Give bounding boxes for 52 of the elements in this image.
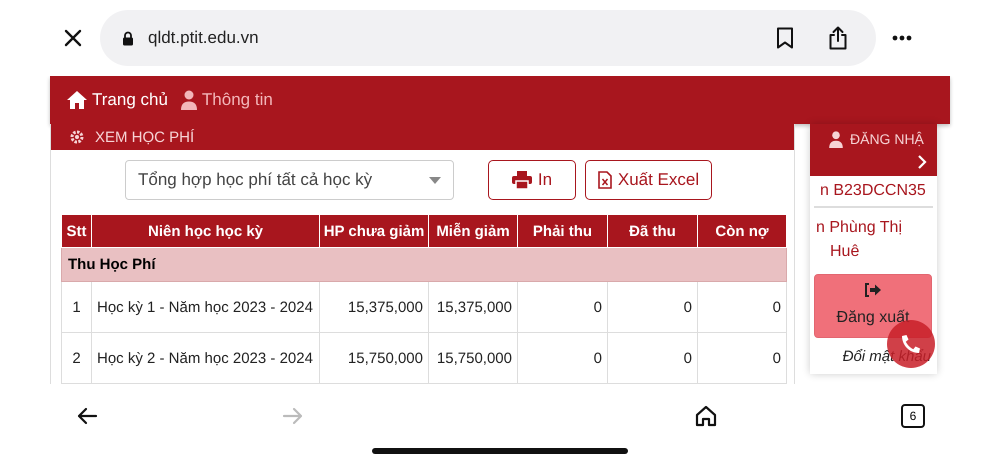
print-button[interactable]: In [488, 160, 576, 200]
table-cell: 0 [698, 282, 786, 332]
table-cell: 2 [62, 332, 92, 384]
login-title: ĐĂNG NHẬ [850, 131, 924, 147]
bookmark-icon[interactable] [776, 27, 794, 49]
table-cell: 15,750,000 [428, 332, 518, 384]
group-row: Thu Học Phí [62, 248, 786, 282]
chevron-icon [917, 154, 927, 170]
nav-link[interactable]: Thông tin [180, 90, 273, 110]
home-icon [66, 90, 88, 110]
table-cell: 15,375,000 [428, 282, 518, 332]
student-name: n Phùng Thị Huê [815, 218, 903, 262]
table-cell: 0 [518, 282, 608, 332]
logout-button[interactable]: Đăng xuất [814, 274, 932, 338]
share-icon[interactable] [828, 26, 848, 50]
back-icon[interactable] [76, 407, 98, 425]
table-cell: Học kỳ 2 - Năm học 2023 - 2024 [92, 332, 320, 384]
url-text: qldt.ptit.edu.vn [148, 28, 259, 48]
more-icon[interactable] [892, 35, 912, 41]
column-header: Miễn giảm [428, 214, 518, 248]
table-cell: 15,375,000 [320, 282, 428, 332]
tab-count[interactable]: 6 [901, 404, 925, 428]
export-button[interactable]: Xuất Excel [585, 160, 712, 200]
table-cell: 0 [698, 332, 786, 384]
close-icon[interactable] [63, 28, 83, 48]
table-cell: 0 [608, 332, 698, 384]
column-header: Phải thu [518, 214, 608, 248]
caret-icon [429, 176, 441, 184]
login-header[interactable]: ĐĂNG NHẬ [810, 124, 937, 176]
nav-link[interactable]: Trang chủ [66, 90, 168, 110]
column-header: Niên học học kỳ [92, 214, 320, 248]
user-icon [828, 130, 844, 148]
panel-title: XEM HỌC PHÍ [95, 128, 194, 146]
table-cell: 1 [62, 282, 92, 332]
table-cell: 15,750,000 [320, 332, 428, 384]
printer-icon [512, 171, 532, 189]
column-header: HP chưa giảm [320, 214, 428, 248]
column-header: Stt [62, 214, 92, 248]
lock-icon [122, 30, 134, 46]
table-cell: 0 [518, 332, 608, 384]
address-bar[interactable]: qldt.ptit.edu.vn [100, 10, 876, 66]
logout-icon [864, 283, 882, 297]
home-icon[interactable] [695, 405, 717, 427]
table-cell: 0 [608, 282, 698, 332]
table-cell: Học kỳ 1 - Năm học 2023 - 2024 [92, 282, 320, 332]
column-header: Đã thu [608, 214, 698, 248]
semester-select[interactable]: Tổng hợp học phí tất cả học kỳ [125, 160, 454, 200]
column-header: Còn nợ [698, 214, 786, 248]
user-icon [180, 90, 198, 110]
student-id: n B23DCCN35 [814, 176, 933, 208]
gear-icon [69, 129, 85, 145]
file-icon [598, 171, 612, 189]
